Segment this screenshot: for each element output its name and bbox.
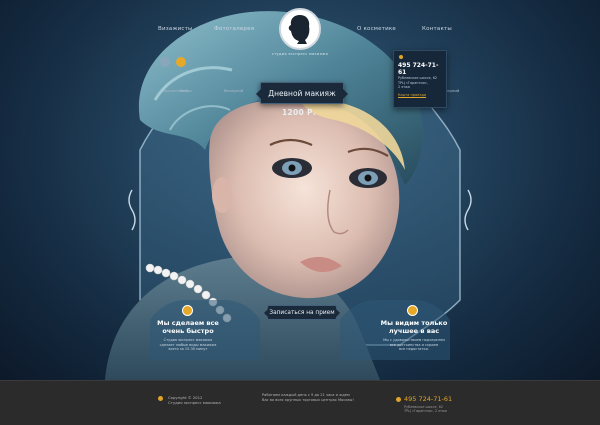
contact-address-line: 2 этаж xyxy=(398,85,411,90)
footer-address: Рублевское шоссе, 62 ТРЦ «Гарантия», 2 эт… xyxy=(404,405,448,414)
model-portrait-image xyxy=(105,11,472,380)
copyright-icon xyxy=(158,396,163,401)
feature-right-text: Мы с удовольствием подчеркнем все достоин… xyxy=(383,338,445,352)
nav-item-cosmetics[interactable]: О косметике xyxy=(357,26,396,32)
contact-card: 495 724-71-61 Рублевское шоссе, 62 ТРЦ «… xyxy=(393,50,447,108)
map-link[interactable]: Карта проезда xyxy=(398,93,442,97)
page: Визажисты Фотогалерея О косметике Контак… xyxy=(0,0,600,425)
nav-item-gallery[interactable]: Фотогалерея xyxy=(214,26,254,32)
service-price: 1200 Р. xyxy=(282,108,316,117)
info-icon[interactable] xyxy=(176,57,186,67)
style-label-retro[interactable]: Ретро xyxy=(180,88,192,93)
footer: Copyright © 2012 Студия экспресс макияжа … xyxy=(0,380,600,425)
feature-left-text: Студия экспресс макияжа сделает любые вид… xyxy=(159,338,217,352)
phone-icon xyxy=(396,397,401,402)
style-label-evening-left[interactable]: Вечерний xyxy=(224,88,243,93)
logo[interactable] xyxy=(279,8,321,50)
contact-phone: 495 724-71-61 xyxy=(398,62,439,76)
feature-right-title: Мы видим только лучшее в вас xyxy=(380,319,448,335)
speed-icon xyxy=(182,305,193,316)
nav-item-makeup-artists[interactable]: Визажисты xyxy=(158,26,193,32)
footer-phone: 495 724-71-61 xyxy=(404,395,453,403)
contact-address-line: Рублевское шоссе, 62 xyxy=(398,76,438,80)
woman-silhouette-icon xyxy=(288,15,310,44)
play-icon[interactable] xyxy=(160,57,170,67)
signup-button[interactable]: Записаться на прием xyxy=(264,305,340,320)
star-icon xyxy=(407,305,418,316)
feature-left-title: Мы сделаем все очень быстро xyxy=(157,319,219,335)
footer-hours: Работаем каждый день с 9 до 21 часа и жд… xyxy=(262,393,354,402)
phone-icon xyxy=(399,55,403,59)
logo-caption: студия экспресс макияжа xyxy=(271,52,329,56)
footer-copyright: Copyright © 2012 Студия экспресс макияжа xyxy=(168,395,221,405)
service-name-badge[interactable]: Дневной макияж xyxy=(256,82,348,104)
nav-item-contacts[interactable]: Контакты xyxy=(422,26,452,32)
